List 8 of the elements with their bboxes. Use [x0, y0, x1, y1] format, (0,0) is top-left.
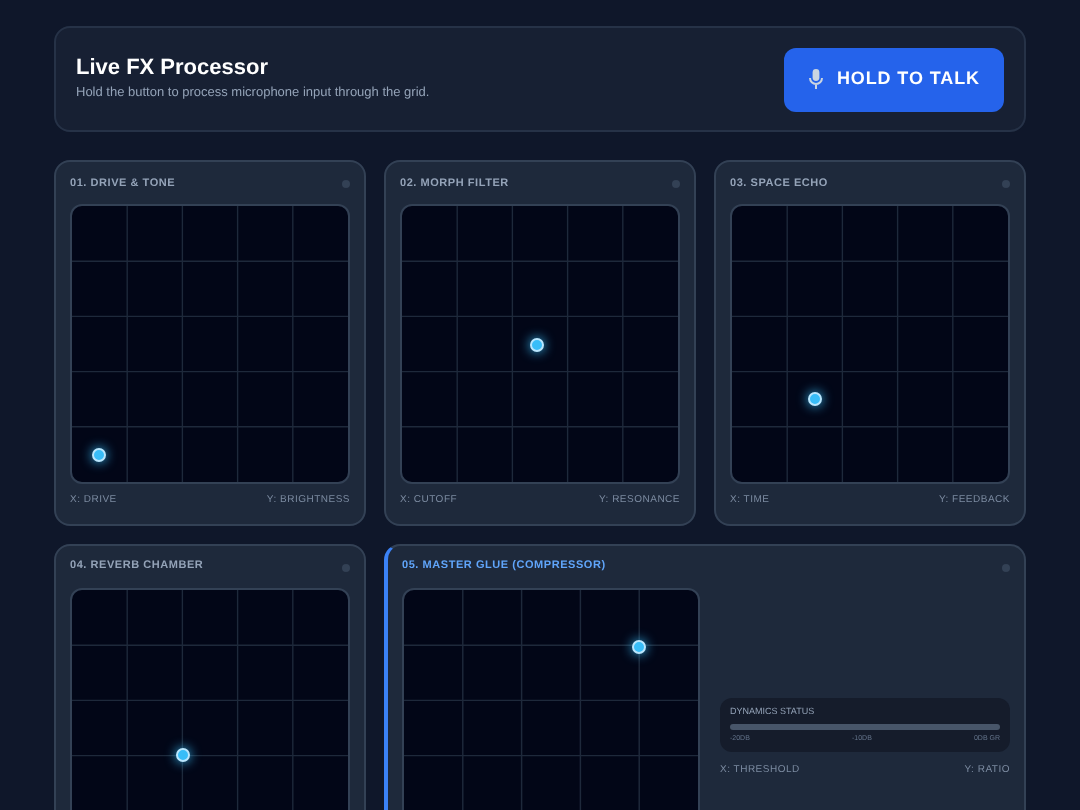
hold-to-talk-button[interactable]: HOLD TO TALK: [784, 47, 1004, 111]
pad-handle[interactable]: [807, 392, 822, 407]
pad-handle[interactable]: [632, 639, 647, 654]
app-title: Live FX Processor: [76, 55, 270, 83]
pad-handle[interactable]: [92, 447, 107, 462]
pad-handle[interactable]: [530, 337, 545, 351]
microphone-icon: [808, 68, 825, 90]
pad-handle[interactable]: [175, 747, 190, 762]
